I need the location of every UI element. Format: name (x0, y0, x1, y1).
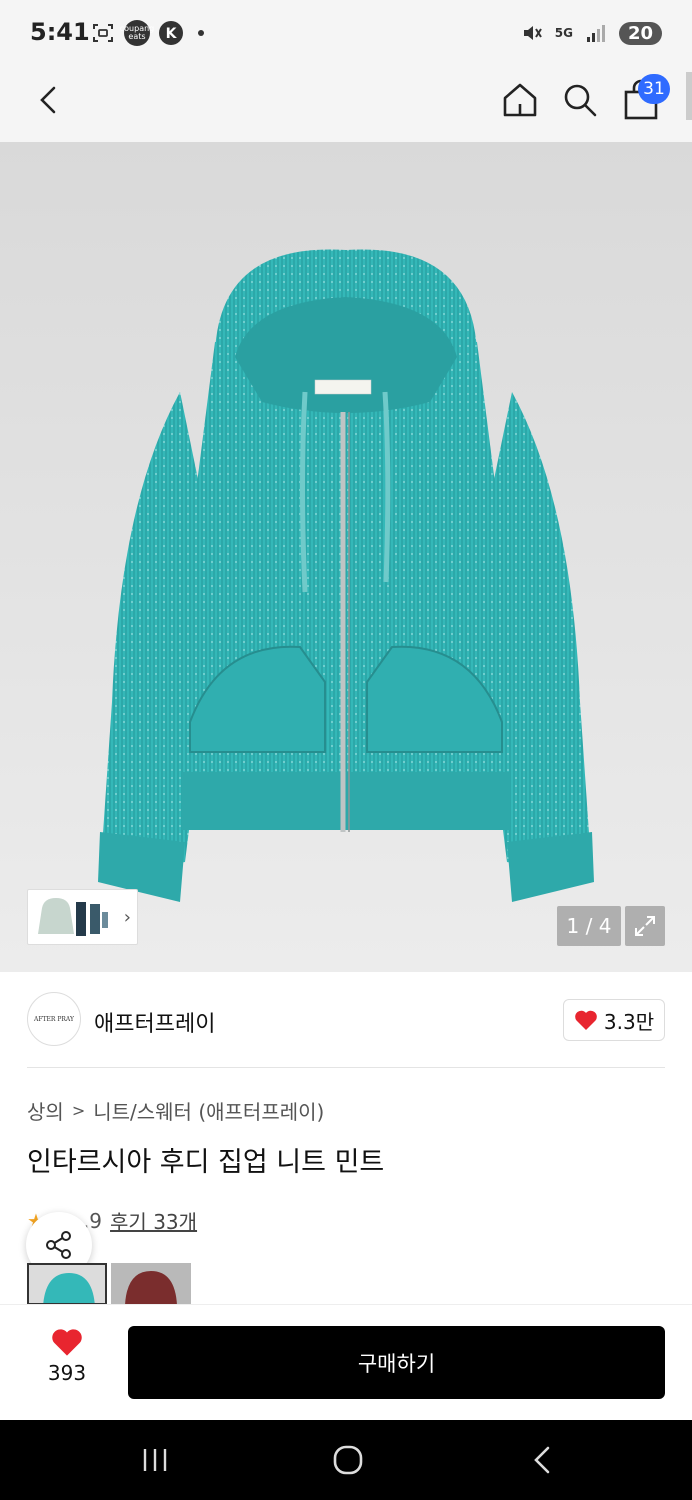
variant-thumbnail-image (38, 898, 108, 936)
chevron-left-icon (40, 86, 56, 114)
back-button[interactable] (30, 80, 70, 120)
coupang-eats-icon: coupang eats (120, 20, 154, 46)
color-variant-thumbnails[interactable]: › (27, 889, 138, 945)
status-notification-icons: coupang eats K (90, 20, 204, 46)
system-back-button[interactable] (528, 1444, 558, 1476)
chevron-right-icon: > (71, 1101, 86, 1120)
wine-swatch-image (125, 1271, 177, 1305)
status-time: 5:41 (30, 18, 90, 46)
share-icon (46, 1231, 71, 1259)
breadcrumb-item[interactable]: 니트/스웨터 (애프터프레이) (93, 1096, 324, 1125)
svg-text:K: K (166, 26, 178, 42)
brand-logo[interactable]: AFTER PRAY (27, 992, 81, 1046)
expand-icon (635, 916, 655, 936)
review-link[interactable]: 후기 33개 (110, 1206, 197, 1235)
mint-swatch-image (43, 1273, 95, 1303)
system-home-button[interactable] (332, 1444, 364, 1476)
wishlist-count: 393 (47, 1361, 87, 1385)
recent-apps-icon (143, 1449, 167, 1471)
brand-name[interactable]: 애프터프레이 (94, 1006, 215, 1038)
vibrate-mute-icon (519, 20, 545, 46)
screenshot-icon (90, 20, 116, 46)
status-bar: 5:41 coupang eats K 5G 20 (0, 0, 692, 66)
battery-indicator: 20 (618, 21, 662, 45)
product-image[interactable]: › 1 / 4 (0, 142, 692, 972)
search-button[interactable] (560, 80, 600, 120)
cart-count-badge: 31 (638, 74, 670, 104)
heart-icon (52, 1329, 82, 1356)
brand-like-button[interactable]: 3.3만 (563, 999, 665, 1041)
status-system-icons: 5G 20 (519, 20, 662, 46)
recent-apps-button[interactable] (140, 1446, 170, 1474)
system-navigation-bar (0, 1420, 692, 1500)
breadcrumb-item[interactable]: 상의 (27, 1096, 64, 1125)
mint-zip-hoodie-image (98, 249, 594, 902)
more-notifications-dot (198, 30, 204, 36)
heart-icon (575, 1010, 597, 1030)
color-swatches (27, 1263, 191, 1305)
scroll-indicator (686, 72, 692, 120)
circle-home-icon (333, 1445, 363, 1475)
image-page-indicator: 1 / 4 (557, 906, 621, 946)
color-swatch-mint[interactable] (27, 1263, 107, 1305)
search-icon (564, 84, 597, 117)
product-title: 인타르시아 후디 집업 니트 민트 (27, 1147, 385, 1178)
breadcrumb: 상의 > 니트/스웨터 (애프터프레이) (27, 1096, 324, 1125)
purchase-bar: 393 구매하기 (0, 1304, 692, 1420)
brand-row[interactable]: AFTER PRAY 애프터프레이 3.3만 (27, 990, 665, 1050)
expand-image-button[interactable] (625, 906, 665, 946)
home-icon (503, 83, 537, 117)
back-arrow-icon (534, 1446, 550, 1474)
buy-button[interactable]: 구매하기 (128, 1326, 665, 1399)
signal-icon (583, 20, 609, 46)
divider (27, 1067, 665, 1068)
brand-like-count: 3.3만 (603, 1009, 655, 1034)
wishlist-button[interactable]: 393 (27, 1327, 107, 1397)
color-swatch-wine[interactable] (111, 1263, 191, 1305)
app-header: 31 (0, 66, 692, 142)
k-app-icon: K (158, 20, 184, 46)
network-5g-icon: 5G (554, 26, 573, 40)
chevron-right-icon[interactable]: › (124, 907, 131, 928)
home-button[interactable] (500, 80, 540, 120)
